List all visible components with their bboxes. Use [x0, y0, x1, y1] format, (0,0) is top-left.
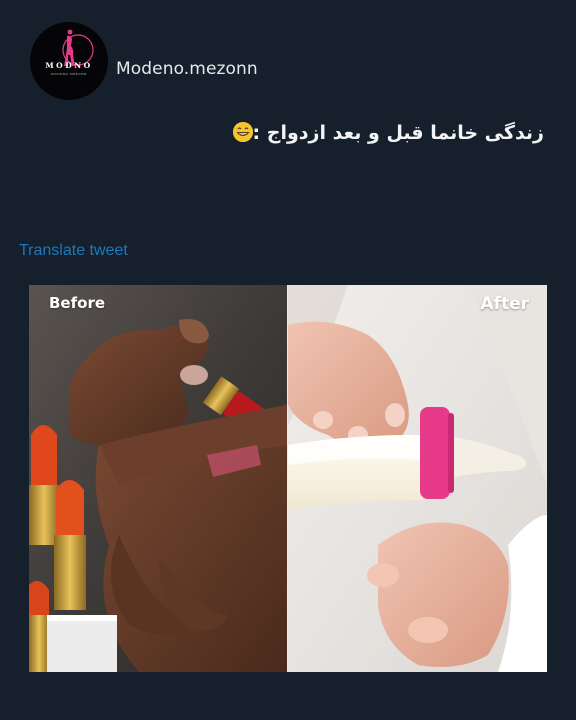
tweet-text: زندگی خانما قبل و بعد ازدواج : — [252, 122, 544, 144]
lipstick-photo — [29, 285, 287, 672]
after-label: After — [480, 294, 529, 314]
before-image: Before — [29, 285, 287, 672]
translate-tweet-link[interactable]: Translate tweet — [19, 242, 128, 260]
after-image: After — [288, 285, 547, 672]
logo-wordmark: MODNO — [45, 61, 92, 70]
before-label: Before — [49, 294, 106, 312]
grinning-face-emoji-icon — [232, 122, 253, 142]
tweet-media[interactable]: Before After — [29, 285, 547, 672]
tweet-body: زندگی خانما قبل و بعد ازدواج : — [230, 122, 544, 144]
logo-tagline: MODENO MEZONN — [51, 72, 87, 76]
avatar[interactable]: MODNO MODENO MEZONN — [30, 22, 108, 100]
author-username[interactable]: Modeno.mezonn — [116, 59, 258, 79]
baby-bottle-photo — [288, 285, 547, 672]
modeno-logo: MODNO MODENO MEZONN — [30, 22, 108, 100]
tweet-screen: MODNO MODENO MEZONN Modeno.mezonn زندگی … — [0, 0, 576, 720]
